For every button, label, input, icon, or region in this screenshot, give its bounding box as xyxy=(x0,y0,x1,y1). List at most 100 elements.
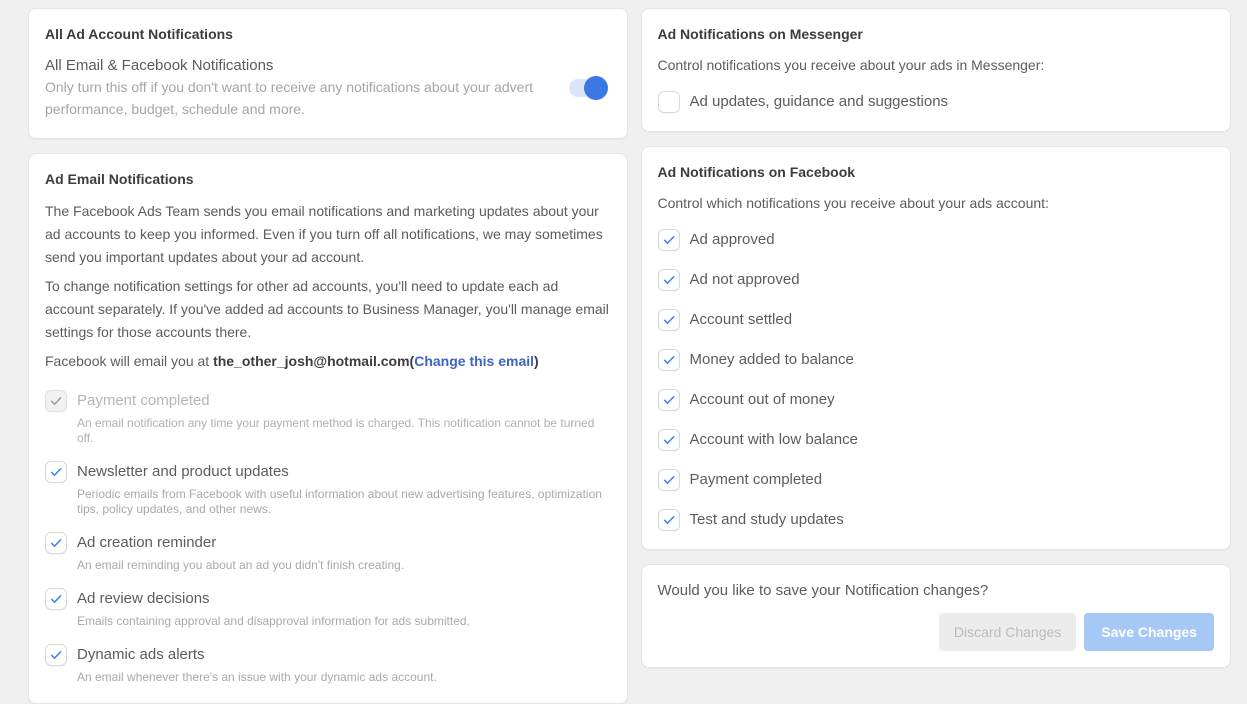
facebook-notifications-card: Ad Notifications on Facebook Control whi… xyxy=(641,146,1232,550)
checkbox-label: Ad updates, guidance and suggestions xyxy=(690,93,949,111)
email-line-prefix: Facebook will email you at xyxy=(45,353,213,369)
ad-notification-settings-page: All Ad Account Notifications All Email &… xyxy=(0,0,1247,704)
check-icon xyxy=(662,393,676,407)
checkbox[interactable] xyxy=(658,389,680,411)
checkbox-text: Test and study updates xyxy=(690,509,844,529)
checkbox-item: Account with low balance xyxy=(658,429,1215,451)
check-icon xyxy=(662,353,676,367)
checkbox-label: Account out of money xyxy=(690,391,835,409)
checkbox-text: Ad approved xyxy=(690,229,775,249)
checkbox-description: An email whenever there's an issue with … xyxy=(77,670,437,685)
checkbox[interactable] xyxy=(45,461,67,483)
left-column: All Ad Account Notifications All Email &… xyxy=(28,8,628,704)
checkbox-item: Dynamic ads alerts An email whenever the… xyxy=(45,644,611,685)
checkbox-description: An email reminding you about an ad you d… xyxy=(77,558,404,573)
checkbox-item: Ad approved xyxy=(658,229,1215,251)
discard-changes-button[interactable]: Discard Changes xyxy=(939,613,1076,651)
checkbox-text: Account out of money xyxy=(690,389,835,409)
checkbox-label: Dynamic ads alerts xyxy=(77,646,437,664)
checkbox-label: Ad not approved xyxy=(690,271,800,289)
checkbox-text: Payment completed xyxy=(690,469,823,489)
checkbox-label: Ad approved xyxy=(690,231,775,249)
checkbox-label: Test and study updates xyxy=(690,511,844,529)
check-icon xyxy=(662,273,676,287)
check-icon xyxy=(49,394,63,408)
card-title: Ad Email Notifications xyxy=(45,171,611,188)
messenger-card-intro: Control notifications you receive about … xyxy=(658,55,1215,75)
checkbox-label: Money added to balance xyxy=(690,351,854,369)
checkbox[interactable] xyxy=(658,269,680,291)
checkbox[interactable] xyxy=(658,229,680,251)
checkbox-item: Account out of money xyxy=(658,389,1215,411)
checkbox-label: Ad review decisions xyxy=(77,590,470,608)
checkbox-text: Account with low balance xyxy=(690,429,858,449)
checkbox[interactable] xyxy=(658,469,680,491)
check-icon xyxy=(49,648,63,662)
toggle-knob xyxy=(584,76,608,100)
save-button-row: Discard Changes Save Changes xyxy=(658,613,1215,651)
checkbox[interactable] xyxy=(658,91,680,113)
checkbox-item: Payment completed An email notification … xyxy=(45,390,611,446)
checkbox-text: Newsletter and product updates Periodic … xyxy=(77,461,604,517)
checkbox-text: Account settled xyxy=(690,309,793,329)
save-changes-card: Would you like to save your Notification… xyxy=(641,564,1232,668)
toggle-label: All Email & Facebook Notifications xyxy=(45,55,545,76)
checkbox[interactable] xyxy=(658,349,680,371)
checkbox-item: Ad not approved xyxy=(658,269,1215,291)
checkbox[interactable] xyxy=(658,309,680,331)
checkbox-label: Ad creation reminder xyxy=(77,534,404,552)
checkbox[interactable] xyxy=(45,644,67,666)
checkbox-label: Account settled xyxy=(690,311,793,329)
checkbox-text: Ad updates, guidance and suggestions xyxy=(690,91,949,111)
check-icon xyxy=(49,536,63,550)
checkbox-item: Account settled xyxy=(658,309,1215,331)
checkbox-label: Account with low balance xyxy=(690,431,858,449)
check-icon xyxy=(49,465,63,479)
checkbox-description: Emails containing approval and disapprov… xyxy=(77,614,470,629)
check-icon xyxy=(662,513,676,527)
card-title: All Ad Account Notifications xyxy=(45,26,611,43)
save-changes-button[interactable]: Save Changes xyxy=(1084,613,1214,651)
messenger-options-list: Ad updates, guidance and suggestions xyxy=(658,91,1215,113)
checkbox-item: Money added to balance xyxy=(658,349,1215,371)
checkbox[interactable] xyxy=(45,588,67,610)
checkbox-item: Ad creation reminder An email reminding … xyxy=(45,532,611,573)
checkbox-label: Payment completed xyxy=(690,471,823,489)
check-icon xyxy=(49,592,63,606)
facebook-options-list: Ad approved Ad not approved xyxy=(658,229,1215,531)
close-paren: ) xyxy=(534,353,539,369)
checkbox-text: Payment completed An email notification … xyxy=(77,390,604,446)
toggle-description: Only turn this off if you don't want to … xyxy=(45,76,545,120)
toggle-text: All Email & Facebook Notifications Only … xyxy=(45,55,569,120)
checkbox-label: Newsletter and product updates xyxy=(77,463,604,481)
checkbox[interactable] xyxy=(658,509,680,531)
check-icon xyxy=(662,473,676,487)
checkbox[interactable] xyxy=(658,429,680,451)
facebook-card-intro: Control which notifications you receive … xyxy=(658,193,1215,213)
all-notifications-toggle[interactable] xyxy=(569,78,605,98)
checkbox-text: Ad not approved xyxy=(690,269,800,289)
checkbox[interactable] xyxy=(45,532,67,554)
check-icon xyxy=(662,433,676,447)
checkbox-item: Payment completed xyxy=(658,469,1215,491)
checkbox-description: Periodic emails from Facebook with usefu… xyxy=(77,487,604,517)
user-email: the_other_josh@hotmail.com xyxy=(213,353,409,369)
all-notifications-toggle-row: All Email & Facebook Notifications Only … xyxy=(45,55,611,120)
check-icon xyxy=(662,313,676,327)
checkbox-label: Payment completed xyxy=(77,392,604,410)
save-question: Would you like to save your Notification… xyxy=(658,581,1215,601)
email-card-paragraph: The Facebook Ads Team sends you email no… xyxy=(45,200,611,269)
card-title: Ad Notifications on Messenger xyxy=(658,26,1215,43)
check-icon xyxy=(662,233,676,247)
checkbox-item: Newsletter and product updates Periodic … xyxy=(45,461,611,517)
checkbox[interactable] xyxy=(45,390,67,412)
checkbox-item: Ad updates, guidance and suggestions xyxy=(658,91,1215,113)
checkbox-item: Ad review decisions Emails containing ap… xyxy=(45,588,611,629)
card-title: Ad Notifications on Facebook xyxy=(658,164,1215,181)
right-column: Ad Notifications on Messenger Control no… xyxy=(641,8,1232,668)
checkbox-text: Ad creation reminder An email reminding … xyxy=(77,532,404,573)
checkbox-text: Ad review decisions Emails containing ap… xyxy=(77,588,470,629)
change-email-link[interactable]: Change this email xyxy=(414,353,534,369)
email-card-paragraph: To change notification settings for othe… xyxy=(45,275,611,344)
checkbox-description: An email notification any time your paym… xyxy=(77,416,604,446)
